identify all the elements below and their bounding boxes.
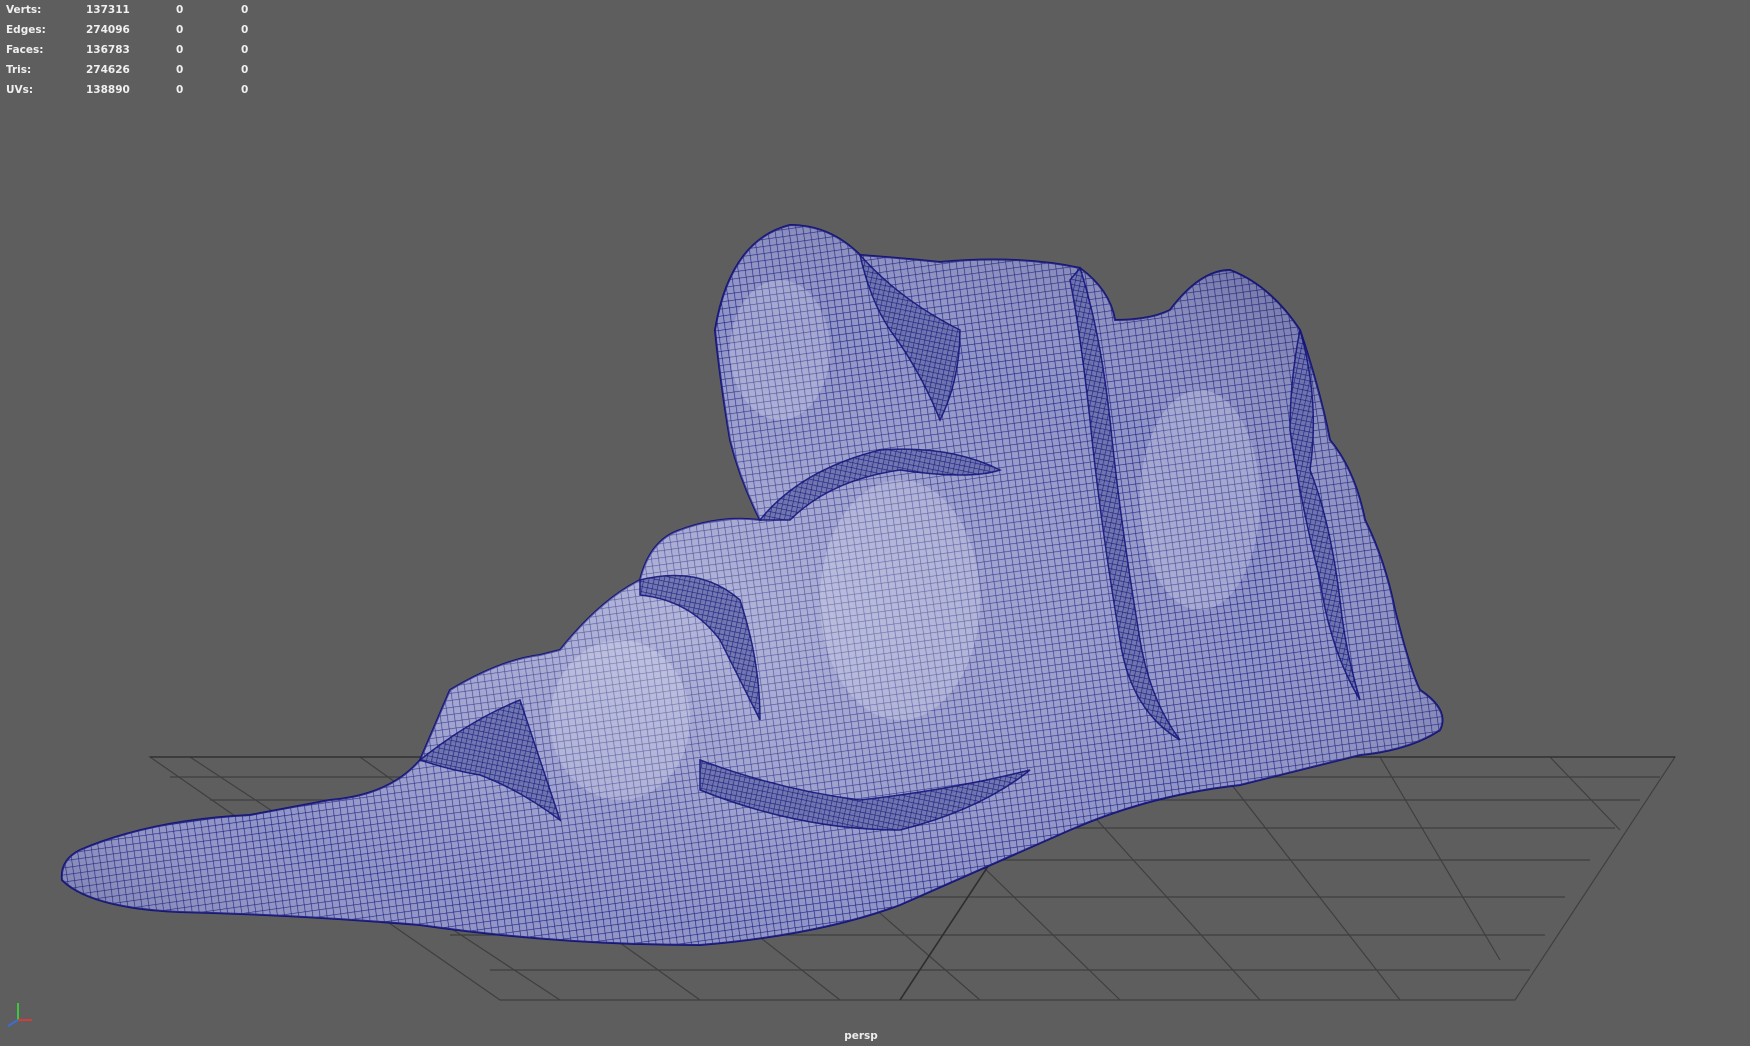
hud-value: 274626 xyxy=(86,64,130,76)
hud-row-tris: Tris: 274626 0 0 xyxy=(6,64,281,84)
hud-value: 0 xyxy=(241,4,249,16)
hud-row-edges: Edges: 274096 0 0 xyxy=(6,24,281,44)
axis-triad-icon xyxy=(7,1003,32,1027)
hud-label: Faces: xyxy=(6,44,44,56)
hud-value: 0 xyxy=(241,44,249,56)
poly-count-hud: Verts: 137311 0 0 Edges: 274096 0 0 Face… xyxy=(6,4,281,104)
viewport-3d[interactable] xyxy=(0,0,1750,1046)
hud-value: 0 xyxy=(176,84,184,96)
hud-value: 0 xyxy=(176,4,184,16)
hud-label: Tris: xyxy=(6,64,32,76)
hud-value: 0 xyxy=(176,64,184,76)
hud-value: 0 xyxy=(241,84,249,96)
hud-label: Verts: xyxy=(6,4,42,16)
hud-value: 0 xyxy=(241,24,249,36)
hud-value: 274096 xyxy=(86,24,130,36)
hud-label: UVs: xyxy=(6,84,34,96)
hud-row-verts: Verts: 137311 0 0 xyxy=(6,4,281,24)
hud-value: 136783 xyxy=(86,44,130,56)
hud-value: 138890 xyxy=(86,84,130,96)
hud-label: Edges: xyxy=(6,24,46,36)
hud-row-faces: Faces: 136783 0 0 xyxy=(6,44,281,64)
camera-label: persp xyxy=(844,1030,878,1042)
hud-value: 0 xyxy=(176,44,184,56)
hud-row-uvs: UVs: 138890 0 0 xyxy=(6,84,281,104)
hud-value: 0 xyxy=(176,24,184,36)
hud-value: 137311 xyxy=(86,4,130,16)
hud-value: 0 xyxy=(241,64,249,76)
rock-mesh[interactable] xyxy=(60,223,1444,947)
